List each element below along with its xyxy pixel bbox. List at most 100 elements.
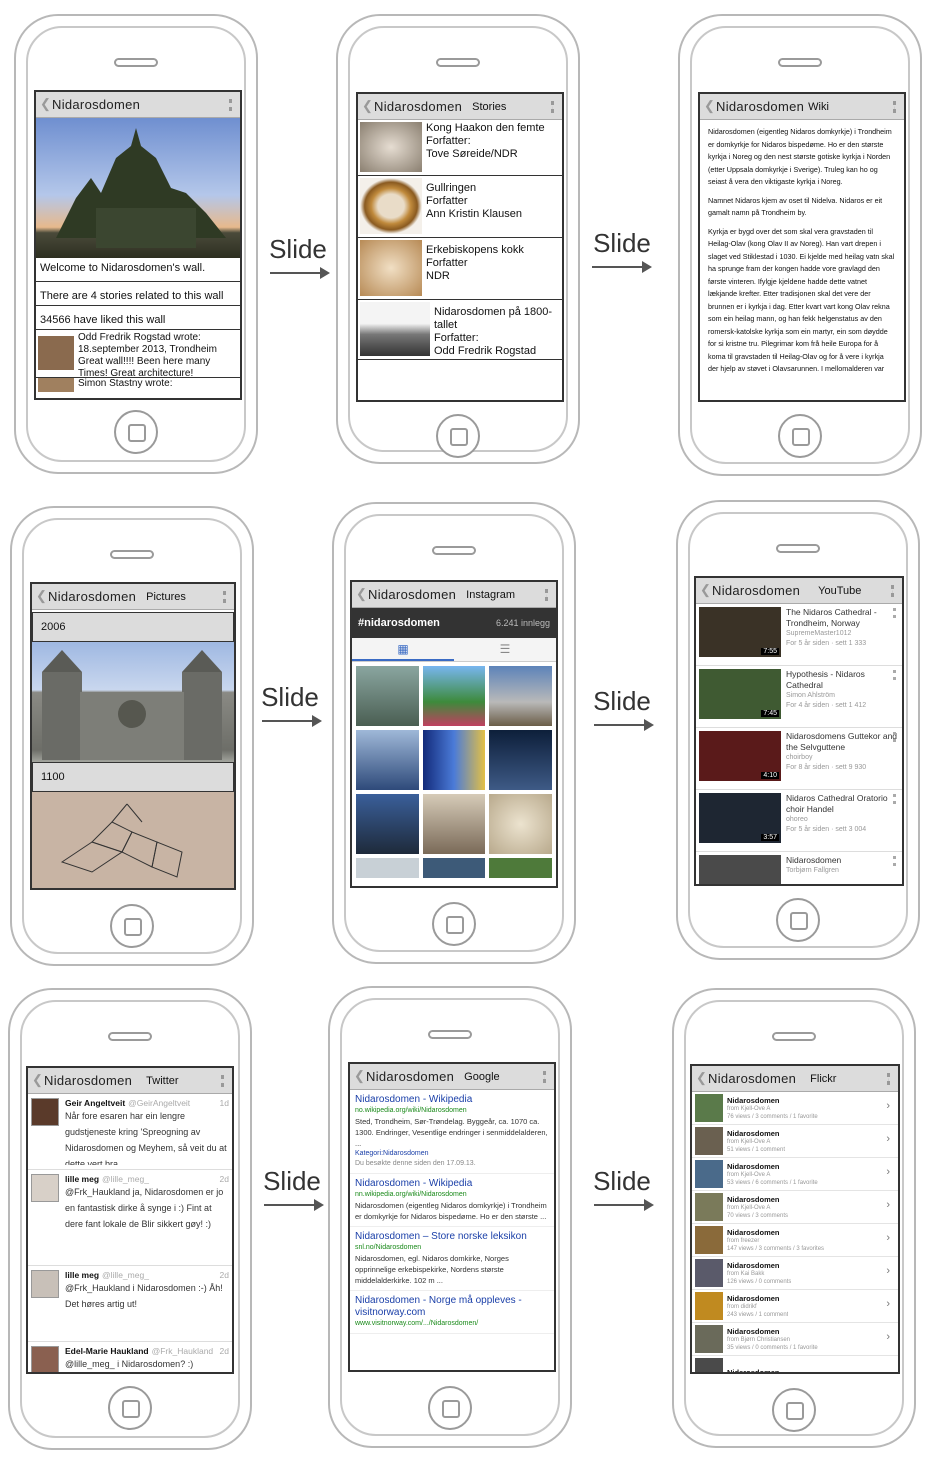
- overflow-menu-icon[interactable]: [551, 101, 554, 113]
- result-url: www.visitnorway.com/.../Nidarosdomen/: [355, 1320, 479, 1327]
- video-menu-icon[interactable]: [893, 732, 896, 742]
- photo-item[interactable]: Nidarosdomen from Kjell-Ove A 70 views / 3…: [692, 1191, 898, 1224]
- overflow-menu-icon[interactable]: [887, 1073, 890, 1085]
- photo-tile[interactable]: [422, 794, 486, 854]
- photo-item[interactable]: Nidarosdomen from Kjell-Ove A 53 views / 6…: [692, 1158, 898, 1191]
- photo-stats: 35 views / 0 comments / 1 favorite: [727, 1344, 818, 1351]
- home-button[interactable]: [108, 1386, 152, 1430]
- photo-tile[interactable]: [489, 794, 552, 854]
- tweet-body: Edel-Marie Haukland @Frk_Haukland 2d @lille…: [59, 1346, 229, 1372]
- video-item[interactable]: 7:45 Hypothesis - Nidaros Cathedral Simon …: [696, 666, 902, 728]
- back-icon[interactable]: ❮: [32, 1072, 43, 1088]
- video-menu-icon[interactable]: [893, 794, 896, 804]
- overflow-menu-icon[interactable]: [545, 589, 548, 601]
- video-menu-icon[interactable]: [893, 608, 896, 618]
- photo-tile[interactable]: [422, 730, 486, 790]
- tweet-body: Geir Angeltveit @GeirAngeltveit 1d Når fore…: [59, 1098, 229, 1165]
- video-channel: ohoreo: [786, 816, 808, 823]
- photo-tile[interactable]: [356, 858, 419, 878]
- result-title-link[interactable]: Nidarosdomen - Wikipedia: [355, 1178, 549, 1190]
- tweet-author[interactable]: Edel-Marie Haukland: [65, 1346, 149, 1356]
- back-icon[interactable]: ❮: [356, 586, 367, 602]
- overflow-menu-icon[interactable]: [229, 99, 232, 111]
- photo-tile[interactable]: [489, 666, 552, 726]
- overflow-menu-icon[interactable]: [543, 1071, 546, 1083]
- photo-author: from Kai Bakk: [727, 1270, 765, 1277]
- back-icon[interactable]: ❮: [362, 98, 373, 114]
- video-menu-icon[interactable]: [893, 856, 896, 866]
- video-item[interactable]: 3:57 Nidaros Cathedral Oratorio choir Han…: [696, 790, 902, 852]
- home-button[interactable]: [428, 1386, 472, 1430]
- video-item[interactable]: 7:55 The Nidaros Cathedral - Trondheim, N…: [696, 604, 902, 666]
- back-icon[interactable]: ❮: [704, 98, 715, 114]
- screen-wall: ❮ Nidarosdomen Welcome to Nidarosdomen's…: [34, 90, 242, 400]
- photo-item[interactable]: Nidarosdomen from Kai Bakk 126 views / 0 c…: [692, 1257, 898, 1290]
- stories-count-text[interactable]: There are 4 stories related to this wall: [36, 286, 240, 306]
- result-title-link[interactable]: Nidarosdomen – Store norske leksikon: [355, 1231, 549, 1243]
- overflow-menu-icon[interactable]: [221, 1075, 224, 1087]
- result-category-link[interactable]: Kategori:Nidarosdomen: [355, 1149, 549, 1159]
- phone-wall: ❮ Nidarosdomen Welcome to Nidarosdomen's…: [14, 14, 258, 474]
- photo-item[interactable]: Nidarosdomen from didrikf 243 views / 1 co…: [692, 1290, 898, 1323]
- app-title: Nidarosdomen: [374, 99, 463, 114]
- photo-item[interactable]: Nidarosdomen from Bjørn Christiansen 35 vi…: [692, 1323, 898, 1356]
- home-button[interactable]: [432, 902, 476, 946]
- home-button[interactable]: [778, 414, 822, 458]
- photo-item[interactable]: Nidarosdomen from Kjell-Ove A 51 views / 1…: [692, 1125, 898, 1158]
- photo-tile[interactable]: [422, 858, 486, 878]
- video-menu-icon[interactable]: [893, 670, 896, 680]
- tweet[interactable]: Geir Angeltveit @GeirAngeltveit 1d Når fore…: [28, 1094, 232, 1170]
- story-item[interactable]: Gullringen Forfatter Ann Kristin Klausen: [358, 176, 562, 238]
- church-drawing: [32, 792, 234, 888]
- grid-view-icon[interactable]: ▦: [352, 638, 454, 661]
- result-visit-note: Du besøkte denne siden den 17.09.13.: [355, 1160, 476, 1167]
- list-view-icon[interactable]: ☰: [454, 638, 556, 661]
- tweet-author[interactable]: Geir Angeltveit: [65, 1098, 125, 1108]
- back-icon[interactable]: ❮: [36, 588, 47, 604]
- tweet-handle: @lille_meg_: [102, 1270, 149, 1280]
- photo-info: Nidarosdomen from Kjell-Ove A 76 views / 3…: [723, 1096, 818, 1121]
- photo-item[interactable]: Nidarosdomen from Kjell-Ove A 76 views / 3…: [692, 1092, 898, 1125]
- welcome-text: Welcome to Nidarosdomen's wall.: [36, 258, 240, 282]
- photo-tile[interactable]: [422, 666, 486, 726]
- photo-item[interactable]: Nidarosdomen: [692, 1356, 898, 1372]
- overflow-menu-icon[interactable]: [223, 591, 226, 603]
- slide-arrow: [592, 261, 652, 273]
- overflow-menu-icon[interactable]: [891, 585, 894, 597]
- story-item[interactable]: Erkebiskopens kokk Forfatter NDR: [358, 238, 562, 300]
- photo-item[interactable]: Nidarosdomen from freezer 147 views / 3 co…: [692, 1224, 898, 1257]
- back-icon[interactable]: ❮: [354, 1068, 365, 1084]
- video-item[interactable]: 4:10 Nidarosdomens Guttekor and the Selvg…: [696, 728, 902, 790]
- result-title-link[interactable]: Nidarosdomen - Wikipedia: [355, 1094, 549, 1106]
- video-thumbnail: 4:10: [699, 731, 781, 781]
- wall-post: Simon Stastny wrote:: [36, 378, 240, 392]
- photo-tile[interactable]: [489, 730, 552, 790]
- video-stats: For 8 år siden · sett 9 930: [786, 764, 867, 771]
- video-title: The Nidaros Cathedral - Trondheim, Norwa…: [786, 607, 877, 628]
- photo-tile[interactable]: [356, 794, 419, 854]
- tweet-author[interactable]: lille meg: [65, 1174, 99, 1184]
- back-icon[interactable]: ❮: [696, 1070, 707, 1086]
- video-item[interactable]: Nidarosdomen Torbjørn Fallgren: [696, 852, 902, 884]
- back-icon[interactable]: ❮: [700, 582, 711, 598]
- back-icon[interactable]: ❮: [40, 96, 51, 112]
- story-item[interactable]: Kong Haakon den femte Forfatter: Tove Sø…: [358, 120, 562, 176]
- home-button[interactable]: [114, 410, 158, 454]
- home-button[interactable]: [110, 904, 154, 948]
- photo-tile[interactable]: [489, 858, 552, 878]
- overflow-menu-icon[interactable]: [893, 101, 896, 113]
- home-button[interactable]: [776, 898, 820, 942]
- view-toggle: ▦ ☰: [352, 638, 556, 662]
- home-button[interactable]: [772, 1388, 816, 1432]
- story-item[interactable]: Nidarosdomen på 1800- tallet Forfatter: …: [358, 300, 562, 360]
- tweet-author[interactable]: lille meg: [65, 1270, 99, 1280]
- photo-tile[interactable]: [356, 730, 419, 790]
- home-button[interactable]: [436, 414, 480, 458]
- tweet[interactable]: lille meg @lille_meg_ 2d @Frk_Haukland ja, …: [28, 1170, 232, 1266]
- cathedral-photo: [36, 118, 240, 258]
- photo-tile[interactable]: [356, 666, 419, 726]
- tweet[interactable]: Edel-Marie Haukland @Frk_Haukland 2d @lille…: [28, 1342, 232, 1372]
- tweet[interactable]: lille meg @lille_meg_ 2d @Frk_Haukland i Ni…: [28, 1266, 232, 1342]
- result-title-link[interactable]: Nidarosdomen - Norge må oppleves - visit…: [355, 1295, 549, 1319]
- screen-pictures: ❮ Nidarosdomen Pictures 2006 1100: [30, 582, 236, 890]
